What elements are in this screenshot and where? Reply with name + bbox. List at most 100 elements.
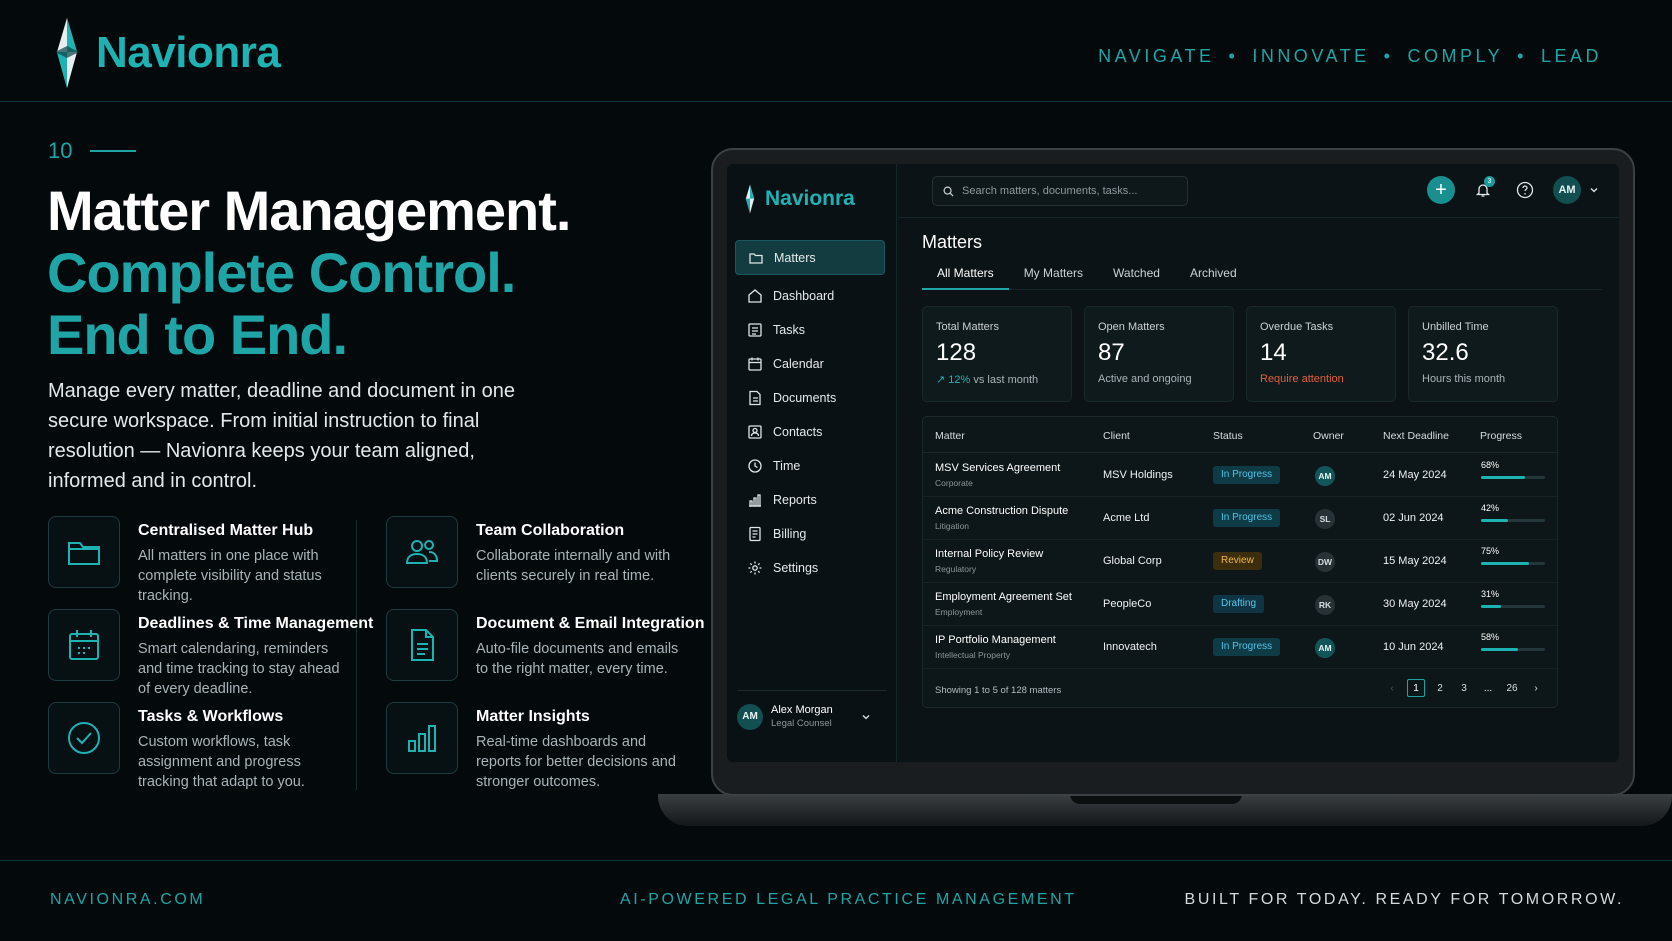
- stat-card[interactable]: Total Matters 128 ↗ 12% vs last month: [922, 306, 1072, 402]
- sidebar-item-settings[interactable]: Settings: [735, 551, 885, 585]
- deadline-cell: 02 Jun 2024: [1383, 512, 1444, 524]
- page-footer: NAVIONRA.COM AI-POWERED LEGAL PRACTICE M…: [0, 860, 1672, 941]
- trend-up-icon: ↗: [936, 374, 946, 386]
- deadline-cell: 30 May 2024: [1383, 598, 1447, 610]
- gear-icon: [748, 561, 762, 575]
- page-button[interactable]: 26: [1503, 679, 1521, 697]
- progress-bar: [1481, 476, 1545, 479]
- status-badge: In Progress: [1213, 509, 1281, 527]
- tab-my-matters[interactable]: My Matters: [1009, 264, 1098, 290]
- table-row[interactable]: Internal Policy Review Regulatory Global C…: [923, 540, 1559, 583]
- sidebar-item-contacts[interactable]: Contacts: [735, 415, 885, 449]
- client-cell: Innovatech: [1103, 641, 1157, 653]
- status-badge: In Progress: [1213, 638, 1281, 656]
- stat-sub: Hours this month: [1422, 373, 1506, 385]
- add-button[interactable]: +: [1427, 176, 1455, 204]
- folder-icon: [749, 252, 763, 264]
- headline-line: Matter Management.: [47, 179, 571, 242]
- contacts-icon: [748, 425, 762, 439]
- stat-card[interactable]: Overdue Tasks 14 Require attention: [1246, 306, 1396, 402]
- matter-type: Litigation: [935, 521, 970, 531]
- status-badge: Review: [1213, 552, 1262, 570]
- sidebar-nav: Matters Dashboard Tasks Calendar Documen…: [735, 240, 885, 585]
- feature-title: Matter Insights: [476, 708, 590, 725]
- app-logo[interactable]: Navionra: [743, 182, 855, 216]
- sidebar-item-reports[interactable]: Reports: [735, 483, 885, 517]
- sidebar-user[interactable]: AM Alex Morgan Legal Counsel: [737, 690, 887, 742]
- tab-watched[interactable]: Watched: [1098, 264, 1175, 290]
- status-badge: Drafting: [1213, 595, 1265, 613]
- column-header[interactable]: Status: [1213, 430, 1243, 442]
- sidebar-item-billing[interactable]: Billing: [735, 517, 885, 551]
- sidebar-item-dashboard[interactable]: Dashboard: [735, 279, 885, 313]
- column-header[interactable]: Matter: [935, 430, 965, 442]
- stat-card[interactable]: Open Matters 87 Active and ongoing: [1084, 306, 1234, 402]
- sidebar-item-matters[interactable]: Matters: [735, 240, 885, 275]
- tab-archived[interactable]: Archived: [1175, 264, 1252, 290]
- help-button[interactable]: [1511, 176, 1539, 204]
- divider: [356, 520, 357, 790]
- calendar-icon: [48, 609, 120, 681]
- help-icon: [1516, 181, 1534, 199]
- page-button[interactable]: 1: [1407, 679, 1425, 697]
- sidebar-item-label: Tasks: [773, 323, 805, 337]
- tagline-word: INNOVATE: [1252, 46, 1370, 66]
- sidebar-item-label: Matters: [774, 250, 816, 265]
- page-button[interactable]: 2: [1431, 679, 1449, 697]
- sidebar-item-documents[interactable]: Documents: [735, 381, 885, 415]
- sidebar-item-label: Contacts: [773, 425, 823, 439]
- footer-slogan: BUILT FOR TODAY. READY FOR TOMORROW.: [1184, 891, 1624, 908]
- matter-tabs: All Matters My Matters Watched Archived: [922, 264, 1602, 290]
- column-header[interactable]: Owner: [1313, 430, 1344, 442]
- headline-line: Complete Control.: [47, 241, 516, 304]
- matter-type: Regulatory: [935, 564, 977, 574]
- avatar: AM: [1553, 176, 1581, 204]
- compass-logo-icon: [55, 18, 79, 88]
- column-header[interactable]: Client: [1103, 430, 1130, 442]
- website-link[interactable]: NAVIONRA.COM: [50, 891, 205, 909]
- progress-label: 31%: [1481, 589, 1500, 599]
- stat-label: Overdue Tasks: [1260, 321, 1334, 333]
- page-header: Navionra NAVIGATE • INNOVATE • COMPLY • LEA…: [0, 0, 1672, 102]
- table-header: Matter Client Status Owner Next Deadline…: [923, 417, 1559, 453]
- tab-all-matters[interactable]: All Matters: [922, 264, 1009, 290]
- matter-name: IP Portfolio Management: [935, 634, 1056, 646]
- deadline-cell: 15 May 2024: [1383, 555, 1447, 567]
- feature-desc: All matters in one place with complete v…: [138, 548, 322, 604]
- sidebar-item-label: Settings: [773, 561, 819, 575]
- stat-label: Unbilled Time: [1422, 321, 1489, 333]
- sidebar-item-tasks[interactable]: Tasks: [735, 313, 885, 347]
- page-button[interactable]: 3: [1455, 679, 1473, 697]
- app-brand-name: Navionra: [765, 187, 855, 210]
- feature-item: Centralised Matter Hub All matters in on…: [48, 516, 348, 610]
- calendar-icon: [748, 357, 762, 371]
- table-row[interactable]: Acme Construction Dispute Litigation Acme …: [923, 497, 1559, 540]
- sidebar-item-time[interactable]: Time: [735, 449, 885, 483]
- app-topbar: + 3 AM: [898, 164, 1619, 218]
- user-menu[interactable]: AM: [1553, 176, 1599, 204]
- prev-page-icon[interactable]: ‹: [1383, 679, 1401, 697]
- status-badge: In Progress: [1213, 466, 1281, 484]
- table-row[interactable]: IP Portfolio Management Intellectual Prop…: [923, 626, 1559, 669]
- progress-label: 58%: [1481, 632, 1500, 642]
- sidebar-item-calendar[interactable]: Calendar: [735, 347, 885, 381]
- stat-cards: Total Matters 128 ↗ 12% vs last month Op…: [922, 306, 1558, 402]
- stat-card[interactable]: Unbilled Time 32.6 Hours this month: [1408, 306, 1558, 402]
- tasks-icon: [748, 323, 762, 337]
- column-header[interactable]: Progress: [1480, 430, 1522, 442]
- sidebar-item-label: Time: [773, 459, 801, 473]
- feature-title: Deadlines & Time Management: [138, 615, 374, 632]
- matter-name: Employment Agreement Set: [935, 591, 1072, 603]
- brand-logo[interactable]: Navionra: [50, 18, 281, 88]
- slide-number: 10: [48, 138, 137, 164]
- table-row[interactable]: Employment Agreement Set Employment People…: [923, 583, 1559, 626]
- user-role: Legal Counsel: [771, 718, 832, 729]
- table-row[interactable]: MSV Services Agreement Corporate MSV Holdi…: [923, 454, 1559, 497]
- search-input[interactable]: [962, 185, 1162, 197]
- column-header[interactable]: Next Deadline: [1383, 430, 1449, 442]
- notifications-button[interactable]: 3: [1469, 176, 1497, 204]
- next-page-icon[interactable]: ›: [1527, 679, 1545, 697]
- feature-item: Deadlines & Time Management Smart calend…: [48, 609, 373, 703]
- feature-item: Team Collaboration Collaborate internall…: [386, 516, 686, 610]
- progress-label: 75%: [1481, 546, 1500, 556]
